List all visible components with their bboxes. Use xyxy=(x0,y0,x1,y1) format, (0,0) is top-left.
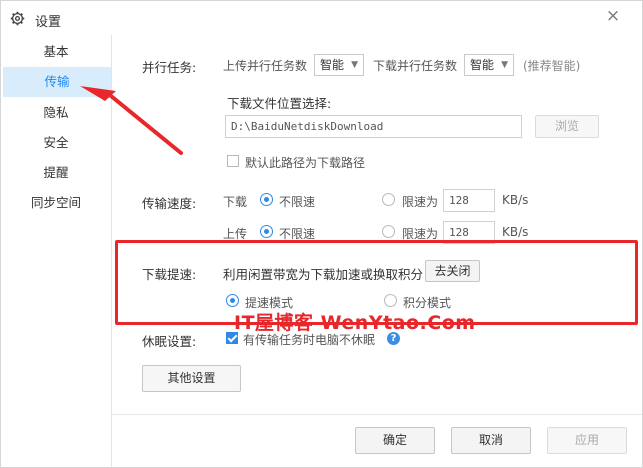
watermark-text: IT屋博客 WenYtao.Com xyxy=(234,312,476,334)
download-parallel-select[interactable]: 智能 ▼ xyxy=(464,54,514,76)
sleep-settings-label: 休眠设置: xyxy=(142,334,197,349)
chevron-down-icon: ▼ xyxy=(351,60,358,70)
download-unit-label: KB/s xyxy=(502,193,529,207)
sidebar-item-basic[interactable]: 基本 xyxy=(1,37,111,67)
ok-button[interactable]: 确定 xyxy=(355,427,435,454)
sidebar-item-reminder[interactable]: 提醒 xyxy=(1,158,111,188)
upload-unlimited-radio[interactable] xyxy=(260,225,273,238)
parallel-tasks-label: 并行任务: xyxy=(142,60,197,75)
cancel-button[interactable]: 取消 xyxy=(451,427,531,454)
browse-button[interactable]: 浏览 xyxy=(535,115,599,138)
download-parallel-label: 下载并行任务数 xyxy=(373,59,458,73)
upload-parallel-value: 智能 xyxy=(320,58,345,72)
close-icon[interactable]: × xyxy=(602,6,624,28)
upload-parallel-select[interactable]: 智能 ▼ xyxy=(314,54,364,76)
download-speed-label: 下载 xyxy=(223,195,248,209)
apply-button[interactable]: 应用 xyxy=(547,427,627,454)
window-title: 设置 xyxy=(35,15,62,30)
download-location-label: 下载文件位置选择: xyxy=(227,96,332,111)
download-unlimited-label: 不限速 xyxy=(279,195,316,209)
default-path-label: 默认此路径为下载路径 xyxy=(245,156,366,170)
sidebar-item-privacy[interactable]: 隐私 xyxy=(1,98,111,128)
upload-unit-label: KB/s xyxy=(502,225,529,239)
settings-window: 设置 × 基本 传输 隐私 安全 提醒 同步空间 并行任务: 上传并行任务数 智… xyxy=(0,0,643,468)
chevron-down-icon: ▼ xyxy=(501,60,508,70)
title-bar: 设置 × xyxy=(1,1,642,35)
sidebar-item-sync-space[interactable]: 同步空间 xyxy=(1,188,111,218)
footer-divider xyxy=(112,414,642,415)
gear-icon xyxy=(10,11,25,26)
download-path-field[interactable]: D:\BaiduNetdiskDownload xyxy=(225,115,522,138)
default-path-checkbox[interactable] xyxy=(227,155,239,167)
download-unlimited-radio[interactable] xyxy=(260,193,273,206)
transfer-speed-label: 传输速度: xyxy=(142,196,197,211)
other-settings-button[interactable]: 其他设置 xyxy=(142,365,241,392)
sidebar: 基本 传输 隐私 安全 提醒 同步空间 xyxy=(1,35,112,467)
sidebar-item-transfer[interactable]: 传输 xyxy=(3,67,111,97)
upload-parallel-label: 上传并行任务数 xyxy=(223,59,308,73)
sidebar-item-security[interactable]: 安全 xyxy=(1,128,111,158)
download-limit-radio[interactable] xyxy=(382,193,395,206)
upload-limit-radio[interactable] xyxy=(382,225,395,238)
recommend-hint: (推荐智能) xyxy=(523,59,581,73)
download-limit-label: 限速为 xyxy=(402,195,439,209)
download-parallel-value: 智能 xyxy=(470,58,495,72)
download-limit-input[interactable]: 128 xyxy=(443,189,495,212)
